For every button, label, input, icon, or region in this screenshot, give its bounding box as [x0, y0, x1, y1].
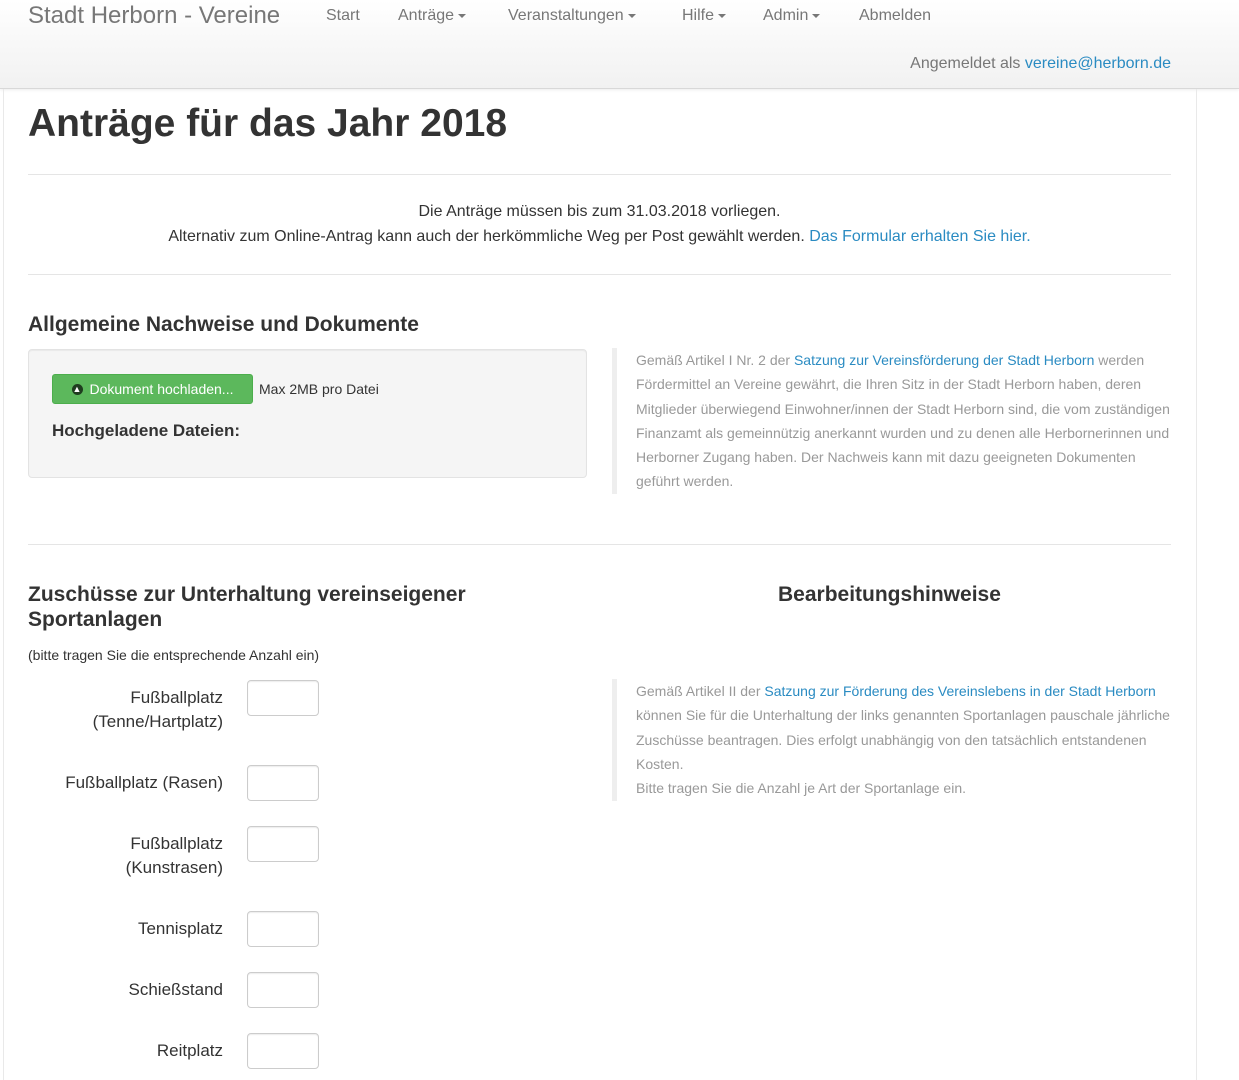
uploaded-files-label: Hochgeladene Dateien:: [52, 421, 240, 440]
nav-item-start[interactable]: Start: [326, 7, 360, 25]
field-label-line: Reitplatz: [156, 1041, 223, 1060]
navbar: Stadt Herborn - Vereine Start Anträge Ve…: [0, 0, 1239, 89]
field-label-fussball-kunstrasen: Fußballplatz (Kunstrasen): [126, 832, 223, 880]
field-label-line: (Tenne/Hartplatz): [92, 712, 223, 731]
nav-item-label: Anträge: [398, 7, 455, 24]
postal-notice: Alternativ zum Online-Antrag kann auch d…: [28, 228, 1171, 246]
nav-item-label: Hilfe: [682, 7, 715, 24]
field-label-line: Tennisplatz: [137, 919, 223, 938]
sports-hint: (bitte tragen Sie die entsprechende Anza…: [28, 647, 320, 663]
nav-item-admin[interactable]: Admin: [763, 7, 821, 25]
caret-down-icon: [812, 13, 821, 18]
input-tennisplatz[interactable]: [247, 911, 319, 947]
field-label-fussball-tenne: Fußballplatz (Tenne/Hartplatz): [93, 686, 223, 734]
caret-down-icon: [458, 13, 467, 18]
nav-item-label: Abmelden: [859, 7, 932, 24]
input-fussball-rasen[interactable]: [247, 765, 319, 801]
field-label-line: Fußballplatz: [130, 834, 223, 853]
documents-info-text: werden Fördermittel an Vereine gewährt, …: [636, 352, 1170, 490]
nav-item-abmelden[interactable]: Abmelden: [859, 7, 931, 25]
divider: [28, 174, 1171, 175]
caret-down-icon: [718, 13, 727, 18]
input-reitplatz[interactable]: [247, 1033, 319, 1069]
documents-info: Gemäß Artikel I Nr. 2 der Satzung zur Ve…: [612, 348, 1171, 494]
upload-document-button[interactable]: ▲ Dokument hochladen...: [52, 374, 253, 404]
field-label-tennisplatz: Tennisplatz: [138, 917, 223, 941]
divider: [28, 544, 1171, 545]
field-label-schiessstand: Schießstand: [129, 978, 224, 1002]
input-fussball-tenne[interactable]: [247, 680, 319, 716]
input-schiessstand[interactable]: [247, 972, 319, 1008]
nav-item-label: Veranstaltungen: [508, 7, 624, 24]
page-title: Anträge für das Jahr 2018: [28, 102, 508, 145]
upload-panel: [28, 349, 587, 478]
nav-item-hilfe[interactable]: Hilfe: [682, 7, 727, 25]
notes-title: Bearbeitungshinweise: [778, 583, 1001, 606]
nav-item-label: Admin: [763, 7, 809, 24]
sports-info-text: können Sie für die Unterhaltung der link…: [636, 707, 1170, 772]
brand-link[interactable]: Stadt Herborn - Vereine: [28, 2, 280, 30]
field-label-line: Schießstand: [128, 980, 224, 999]
nav-item-veranstaltungen[interactable]: Veranstaltungen: [508, 7, 636, 25]
upload-icon: ▲: [71, 383, 83, 395]
form-download-link[interactable]: Das Formular erhalten Sie hier.: [809, 228, 1030, 245]
max-file-size: Max 2MB pro Datei: [259, 381, 379, 397]
postal-notice-text: Alternativ zum Online-Antrag kann auch d…: [168, 228, 805, 245]
sports-section-title: Zuschüsse zur Unterhaltung vereinseigene…: [28, 583, 466, 631]
sports-info-prefix: Gemäß Artikel II der: [636, 683, 761, 699]
field-label-line: Fußballplatz: [130, 688, 223, 707]
signed-in-info: Angemeldet als vereine@herborn.de: [910, 55, 1171, 73]
signed-in-user-link[interactable]: vereine@herborn.de: [1025, 55, 1171, 72]
upload-button-label: Dokument hochladen...: [89, 381, 234, 397]
signed-in-label: Angemeldet als: [910, 55, 1021, 72]
nav-item-label: Start: [326, 7, 360, 24]
field-label-reitplatz: Reitplatz: [157, 1039, 223, 1063]
vereinsfoerderung-satzung-link[interactable]: Satzung zur Vereinsförderung der Stadt H…: [794, 352, 1094, 368]
vereinsleben-satzung-link[interactable]: Satzung zur Förderung des Vereinslebens …: [764, 683, 1155, 699]
sports-info-instruction: Bitte tragen Sie die Anzahl je Art der S…: [636, 780, 966, 797]
nav-item-antraege[interactable]: Anträge: [398, 7, 467, 25]
caret-down-icon: [627, 13, 636, 18]
deadline-notice: Die Anträge müssen bis zum 31.03.2018 vo…: [418, 203, 781, 220]
divider: [28, 274, 1171, 275]
field-label-line: (Kunstrasen): [125, 858, 223, 877]
field-label-fussball-rasen: Fußballplatz (Rasen): [65, 771, 223, 795]
documents-title: Allgemeine Nachweise und Dokumente: [28, 313, 419, 336]
input-fussball-kunstrasen[interactable]: [247, 826, 319, 862]
sports-info: Gemäß Artikel II der Satzung zur Förderu…: [612, 679, 1171, 801]
field-label-line: Fußballplatz (Rasen): [65, 773, 223, 792]
documents-info-prefix: Gemäß Artikel I Nr. 2 der: [636, 352, 791, 368]
